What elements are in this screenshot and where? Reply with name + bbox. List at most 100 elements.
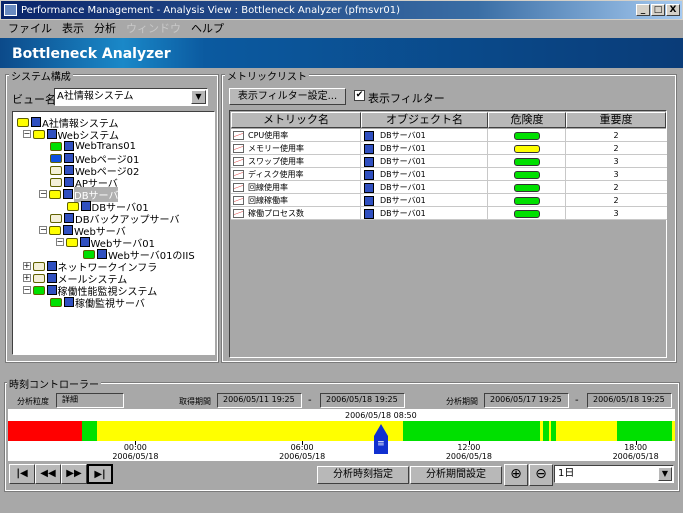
- minimize-button[interactable]: _: [636, 4, 650, 16]
- zoom-in-icon[interactable]: ⊕: [504, 464, 528, 486]
- status-icon: [83, 249, 95, 259]
- status-icon: [50, 141, 62, 151]
- system-tree[interactable]: A社情報システム − Webシステム WebTrans01 Webページ01 Webページ…: [12, 111, 215, 355]
- title-bar: Performance Management - Analysis View :…: [0, 0, 683, 20]
- server-icon: [364, 195, 374, 206]
- column-header[interactable]: 重要度: [566, 112, 666, 128]
- object-icon: [64, 297, 74, 307]
- table-row[interactable]: ディスク使用率 DBサーバ01 3: [231, 168, 667, 181]
- range-select[interactable]: 1日 ▼: [554, 465, 674, 483]
- tick-label: 06:00 2006/05/18: [272, 443, 332, 461]
- menu-3[interactable]: ウィンドウ: [126, 20, 181, 38]
- risk-indicator: [513, 183, 540, 192]
- go-last-button[interactable]: ▶|: [87, 464, 113, 484]
- view-name-label: ビュー名: [12, 93, 56, 106]
- status-icon: [49, 189, 61, 199]
- menu-1[interactable]: 表示: [62, 20, 84, 38]
- object-icon: [63, 189, 73, 199]
- risk-indicator: [513, 144, 540, 153]
- tick-time: 18:00: [624, 443, 648, 452]
- tree-node-label: 稼働監視サーバ: [75, 298, 145, 310]
- tick-label: 12:00 2006/05/18: [439, 443, 499, 461]
- menu-0[interactable]: ファイル: [8, 20, 52, 38]
- column-header[interactable]: 危険度: [488, 112, 566, 128]
- collapse-icon[interactable]: −: [22, 130, 31, 138]
- menu-4[interactable]: ヘルプ: [191, 20, 224, 38]
- window-title: Performance Management - Analysis View :…: [21, 5, 401, 16]
- tick-label: 00:00 2006/05/18: [105, 443, 165, 461]
- collapse-icon[interactable]: −: [39, 226, 47, 234]
- analysis-to-field: 2006/05/18 19:25: [587, 393, 672, 408]
- timeline-segment: [403, 421, 541, 441]
- view-name-select[interactable]: A社情報システム ▼: [54, 88, 208, 106]
- tree-node[interactable]: 稼働監視サーバ: [50, 296, 145, 310]
- tick-time: 12:00: [457, 443, 481, 452]
- object-icon: [64, 153, 74, 163]
- status-icon: [50, 165, 62, 175]
- status-icon: [50, 153, 62, 163]
- risk-indicator: [513, 131, 540, 140]
- dash: -: [575, 395, 579, 406]
- object-cell: DBサーバ01: [361, 168, 488, 181]
- collapse-icon[interactable]: −: [22, 286, 31, 294]
- tree-node[interactable]: − Webシステム: [22, 128, 119, 142]
- object-icon: [80, 201, 91, 211]
- chevron-down-icon[interactable]: ▼: [658, 467, 672, 481]
- table-row[interactable]: スワップ使用率 DBサーバ01 3: [231, 155, 667, 168]
- tick-time: 00:00: [123, 443, 147, 452]
- object-icon: [46, 129, 57, 139]
- collapse-icon[interactable]: −: [39, 190, 47, 198]
- table-row[interactable]: 回線使用率 DBサーバ01 2: [231, 181, 667, 194]
- table-row[interactable]: 回線稼働率 DBサーバ01 2: [231, 194, 667, 207]
- metric-graph-icon: [233, 196, 244, 205]
- dash: -: [308, 395, 312, 406]
- step-back-button[interactable]: ◀◀: [35, 464, 61, 484]
- table-row[interactable]: 稼働プロセス数 DBサーバ01 3: [231, 207, 667, 220]
- filter-settings-button[interactable]: 表示フィルター設定...: [229, 88, 346, 105]
- table-row[interactable]: CPU使用率 DBサーバ01 2: [231, 129, 667, 142]
- timeline-segment: [96, 421, 404, 441]
- object-icon: [64, 177, 74, 187]
- collapse-icon[interactable]: −: [55, 238, 64, 246]
- column-header[interactable]: メトリック名: [231, 112, 361, 128]
- object-cell: DBサーバ01: [361, 194, 488, 207]
- expand-icon[interactable]: +: [22, 274, 31, 282]
- go-first-button[interactable]: |◀: [9, 464, 35, 484]
- risk-cell: [488, 129, 566, 142]
- set-analysis-time-button[interactable]: 分析時刻指定: [317, 466, 409, 484]
- tick-label: 18:00 2006/05/18: [606, 443, 666, 461]
- status-icon: [32, 261, 45, 271]
- object-name: DBサーバ01: [380, 183, 426, 192]
- step-forward-button[interactable]: ▶▶: [61, 464, 87, 484]
- close-button[interactable]: X: [666, 4, 680, 16]
- zoom-out-icon[interactable]: ⊖: [529, 464, 553, 486]
- analysis-from-field: 2006/05/17 19:25: [484, 393, 569, 408]
- table-row[interactable]: メモリー使用率 DBサーバ01 2: [231, 142, 667, 155]
- risk-cell: [488, 207, 566, 220]
- risk-cell: [488, 142, 566, 155]
- tick-date: 2006/05/18: [112, 452, 159, 461]
- set-analysis-period-button[interactable]: 分析期間設定: [410, 466, 502, 484]
- timeline-segment: [672, 421, 675, 441]
- server-icon: [364, 169, 374, 180]
- risk-cell: [488, 155, 566, 168]
- metric-graph-icon: [233, 183, 244, 192]
- importance-cell: 3: [613, 209, 619, 218]
- maximize-button[interactable]: □: [651, 4, 665, 16]
- importance-cell: 2: [613, 196, 619, 205]
- metric-graph-icon: [233, 144, 244, 153]
- column-header[interactable]: オブジェクト名: [361, 112, 488, 128]
- menu-2[interactable]: 分析: [94, 20, 116, 38]
- metric-cell: ディスク使用率: [231, 168, 361, 181]
- filter-checkbox[interactable]: ✔: [354, 90, 365, 101]
- metric-name: 稼働プロセス数: [248, 209, 304, 218]
- metric-graph-icon: [233, 170, 244, 179]
- timeline[interactable]: 2006/05/18 08:50 00:00 2006/05/18 06:00 200…: [8, 409, 675, 461]
- chevron-down-icon[interactable]: ▼: [191, 90, 206, 104]
- object-name: DBサーバ01: [380, 196, 426, 205]
- object-name: DBサーバ01: [380, 131, 426, 140]
- expand-icon[interactable]: +: [22, 262, 31, 270]
- filter-checkbox-label: 表示フィルター: [368, 92, 445, 105]
- timeline-segment: [617, 421, 673, 441]
- time-cursor-handle[interactable]: ≡: [373, 424, 388, 454]
